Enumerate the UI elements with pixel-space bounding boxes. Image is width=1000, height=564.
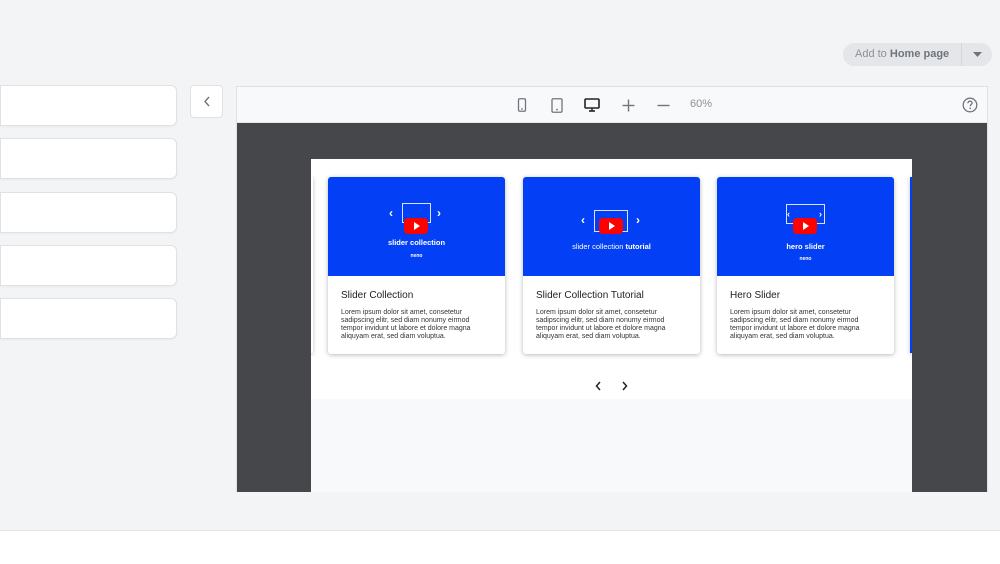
play-icon (599, 218, 623, 234)
slider-section: ‹ › slider collection neno Slider Collec… (311, 159, 912, 399)
chevron-left-icon: ‹ (787, 209, 790, 219)
zoom-in-button[interactable] (619, 96, 637, 114)
chevron-right-icon (621, 381, 627, 391)
help-button[interactable] (961, 96, 979, 114)
desktop-view-button[interactable] (583, 96, 601, 114)
zoom-level: 60% (690, 98, 713, 110)
add-to-page-button[interactable]: Add to Home page (843, 43, 962, 66)
mobile-icon (517, 98, 527, 112)
zoom-in-icon (622, 99, 634, 111)
block-item[interactable] (0, 85, 177, 126)
chevron-right-icon: › (636, 213, 640, 227)
card-title: Slider Collection Tutorial (536, 290, 644, 301)
bottom-area (0, 530, 1000, 564)
zoom-out-icon (657, 104, 669, 106)
preview-panel: 60% ‹ › slider collection neno Slider Co… (236, 86, 988, 492)
help-icon (962, 97, 978, 113)
card-thumbnail: ‹ › slider collection tutorial (523, 177, 700, 276)
slider-card[interactable]: ‹ › hero slider neno Hero Slider Lorem i… (717, 177, 894, 354)
card-text: Lorem ipsum dolor sit amet, consetetur s… (730, 309, 860, 340)
add-to-prefix: Add to (855, 48, 887, 60)
thumb-brand: neno (410, 253, 423, 259)
card-text: Lorem ipsum dolor sit amet, consetetur s… (341, 309, 471, 340)
thumb-title: slider collection tutorial (523, 242, 700, 251)
chevron-left-icon: ‹ (389, 206, 393, 220)
card-text: Lorem ipsum dolor sit amet, consetetur s… (536, 309, 666, 340)
tablet-icon (551, 97, 563, 113)
partial-card-right (910, 177, 912, 353)
chevron-right-icon: › (819, 209, 822, 219)
preview-toolbar: 60% (237, 87, 987, 123)
slider-card[interactable]: ‹ › slider collection neno Slider Collec… (328, 177, 505, 354)
block-item[interactable] (0, 245, 177, 286)
thumb-title-light: slider collection (572, 242, 624, 251)
block-item[interactable] (0, 192, 177, 233)
chevron-left-icon (203, 96, 210, 107)
site-preview-frame: ‹ › slider collection neno Slider Collec… (311, 159, 912, 492)
card-title: Slider Collection (341, 290, 414, 301)
zoom-out-button[interactable] (654, 96, 672, 114)
card-title: Hero Slider (730, 290, 781, 301)
thumb-title: slider collection (387, 238, 446, 247)
thumb-title: hero slider (786, 242, 825, 251)
card-thumbnail: ‹ › hero slider neno (717, 177, 894, 276)
card-thumbnail: ‹ › slider collection neno (328, 177, 505, 276)
add-to-target: Home page (889, 48, 950, 60)
caret-down-icon (972, 51, 982, 57)
play-icon (793, 218, 817, 234)
mobile-view-button[interactable] (513, 96, 531, 114)
chevron-left-icon (595, 381, 601, 391)
block-item[interactable] (0, 298, 177, 339)
thumb-brand: neno (799, 256, 812, 262)
play-icon (404, 218, 428, 234)
chevron-left-icon: ‹ (581, 213, 585, 227)
thumb-title-bold: tutorial (625, 242, 651, 251)
tablet-view-button[interactable] (548, 96, 566, 114)
preview-canvas: ‹ › slider collection neno Slider Collec… (237, 123, 987, 492)
slider-next-button[interactable] (617, 379, 631, 393)
partial-card-left (311, 177, 313, 353)
desktop-icon (584, 98, 600, 112)
chevron-right-icon: › (437, 206, 441, 220)
block-item[interactable] (0, 138, 177, 179)
slider-prev-button[interactable] (591, 379, 605, 393)
slider-card[interactable]: ‹ › slider collection tutorial Slider Co… (523, 177, 700, 354)
add-to-page-dropdown[interactable] (961, 43, 993, 66)
add-to-page-split-button: Add to Home page (843, 43, 993, 66)
collapse-panel-button[interactable] (190, 85, 223, 118)
